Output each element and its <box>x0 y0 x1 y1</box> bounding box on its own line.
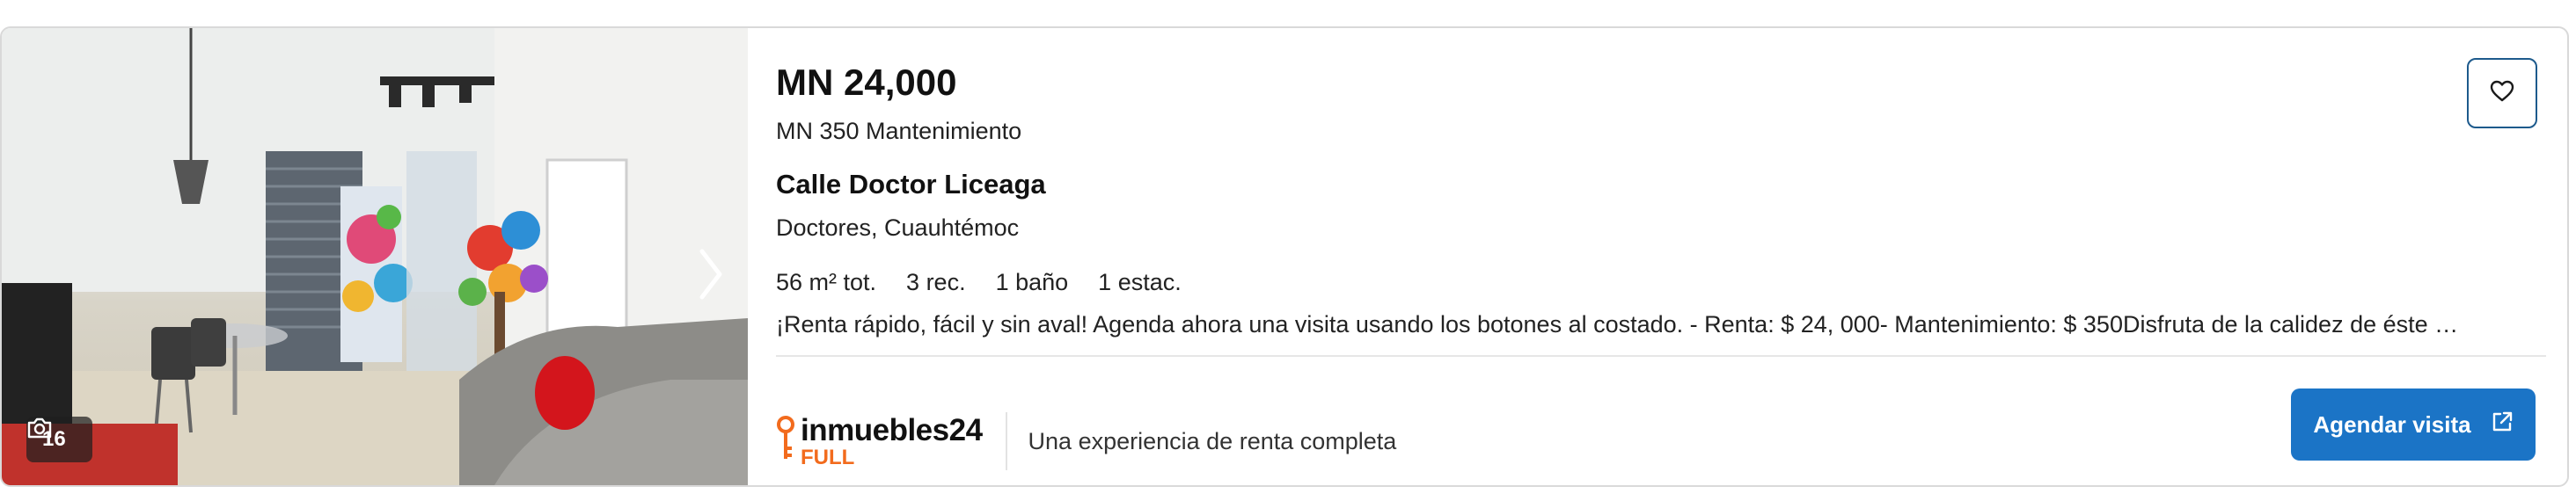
schedule-visit-label: Agendar visita <box>2313 410 2471 438</box>
feature-rooms: 3 rec. <box>906 269 966 295</box>
listing-description[interactable]: ¡Renta rápido, fácil y sin aval! Agenda … <box>776 311 2553 338</box>
room-photo-illustration <box>2 28 748 485</box>
listing-card[interactable]: 16 MN 24,000 MN 350 Mantenimiento Calle … <box>0 26 2569 487</box>
feature-bathrooms: 1 baño <box>995 269 1069 295</box>
heart-icon <box>2490 80 2514 107</box>
listing-price: MN 24,000 <box>776 62 957 103</box>
listing-photo[interactable]: 16 <box>2 28 748 485</box>
feature-area: 56 m² tot. <box>776 269 877 295</box>
brand-name: inmuebles24 <box>801 412 983 447</box>
divider <box>776 355 2546 357</box>
listing-info: MN 24,000 MN 350 Mantenimiento Calle Doc… <box>776 28 2567 485</box>
inmuebles24-logo: inmuebles24 FULL <box>776 415 983 468</box>
external-link-icon <box>2491 410 2514 439</box>
brand-sub: FULL <box>801 445 855 469</box>
brand-tagline: Una experiencia de renta completa <box>1028 427 1397 454</box>
listing-address[interactable]: Calle Doctor Liceaga <box>776 169 1046 200</box>
listing-location: Doctores, Cuauhtémoc <box>776 214 1020 241</box>
listing-features: 56 m² tot. 3 rec. 1 baño 1 estac. <box>776 269 1182 296</box>
brand-section: inmuebles24 FULL Una experiencia de rent… <box>776 406 1396 476</box>
schedule-visit-button[interactable]: Agendar visita <box>2291 388 2536 461</box>
maintenance-fee: MN 350 Mantenimiento <box>776 118 1022 144</box>
feature-parking: 1 estac. <box>1098 269 1182 295</box>
key-icon <box>776 415 795 468</box>
favorite-button[interactable] <box>2467 58 2537 128</box>
photo-count-badge: 16 <box>26 417 92 462</box>
brand-separator <box>1005 412 1007 470</box>
next-photo-button[interactable] <box>697 248 732 318</box>
